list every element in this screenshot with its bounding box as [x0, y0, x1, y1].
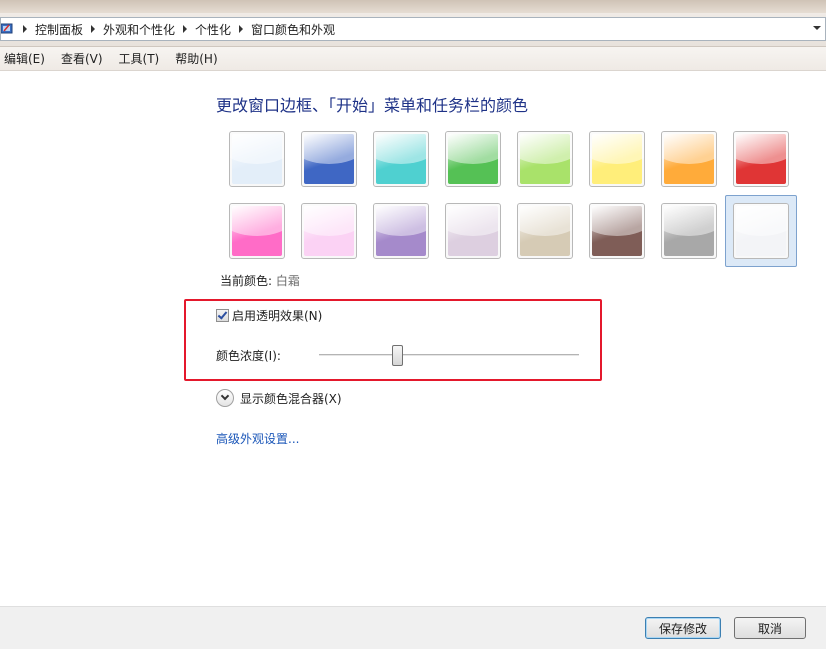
color-swatch[interactable]: [301, 131, 357, 187]
intensity-label: 颜色浓度(I):: [216, 349, 281, 363]
menu-tools[interactable]: 工具(T): [111, 50, 168, 67]
color-swatch[interactable]: [301, 203, 357, 259]
transparency-checkbox[interactable]: [216, 309, 229, 322]
color-swatch[interactable]: [517, 203, 573, 259]
page-title: 更改窗口边框、「开始」菜单和任务栏的颜色: [216, 96, 529, 115]
address-bar: 控制面板 外观和个性化 个性化 窗口颜色和外观: [0, 13, 826, 47]
color-swatch[interactable]: [445, 203, 501, 259]
control-panel-icon: [0, 22, 15, 36]
color-swatch[interactable]: [589, 203, 645, 259]
color-swatch[interactable]: [445, 131, 501, 187]
color-swatch[interactable]: [517, 131, 573, 187]
transparency-label[interactable]: 启用透明效果(N): [232, 307, 322, 324]
color-swatch[interactable]: [373, 131, 429, 187]
menu-bar: 编辑(E) 查看(V) 工具(T) 帮助(H): [0, 47, 826, 71]
menu-help[interactable]: 帮助(H): [167, 50, 225, 67]
breadcrumb-arrow-icon[interactable]: [23, 25, 27, 33]
advanced-appearance-link[interactable]: 高级外观设置...: [216, 430, 299, 447]
breadcrumb-item-personalization[interactable]: 个性化: [195, 21, 231, 38]
current-color-label: 当前颜色:: [220, 274, 273, 288]
current-color: 当前颜色: 白霜: [220, 272, 300, 289]
menu-view[interactable]: 查看(V): [53, 50, 111, 67]
intensity-slider-thumb[interactable]: [391, 345, 403, 366]
breadcrumb-arrow-icon[interactable]: [183, 25, 188, 33]
breadcrumb-item-control-panel[interactable]: 控制面板: [35, 21, 83, 38]
checkmark-icon: [217, 309, 228, 320]
breadcrumb-arrow-icon[interactable]: [239, 25, 244, 33]
transparency-row[interactable]: 启用透明效果(N): [216, 307, 322, 324]
breadcrumb-item-appearance[interactable]: 外观和个性化: [103, 21, 175, 38]
breadcrumb-arrow-icon[interactable]: [91, 25, 96, 33]
cancel-button[interactable]: 取消: [734, 617, 806, 639]
color-mixer-label[interactable]: 显示颜色混合器(X): [240, 390, 342, 407]
address-dropdown-icon[interactable]: [813, 26, 821, 30]
color-swatch[interactable]: [733, 131, 789, 187]
expand-chevron-icon[interactable]: [216, 389, 234, 407]
window-title-strip: [0, 0, 826, 13]
color-mixer-toggle[interactable]: 显示颜色混合器(X): [216, 389, 342, 407]
color-swatch[interactable]: [661, 131, 717, 187]
bottom-bar: 保存修改 取消: [0, 606, 826, 649]
color-swatch[interactable]: [661, 203, 717, 259]
current-color-value: 白霜: [275, 274, 300, 288]
intensity-slider-track[interactable]: [319, 354, 579, 357]
color-swatch[interactable]: [733, 203, 789, 259]
color-swatch[interactable]: [373, 203, 429, 259]
menu-edit[interactable]: 编辑(E): [0, 50, 53, 67]
color-swatch[interactable]: [229, 203, 285, 259]
save-button[interactable]: 保存修改: [645, 617, 721, 639]
breadcrumb-item-window-color[interactable]: 窗口颜色和外观: [251, 21, 335, 38]
color-swatch[interactable]: [589, 131, 645, 187]
address-field[interactable]: 控制面板 外观和个性化 个性化 窗口颜色和外观: [0, 17, 826, 41]
main-content: 更改窗口边框、「开始」菜单和任务栏的颜色 当前颜色: 白霜 启用透明效果(N) …: [0, 71, 826, 606]
color-swatch[interactable]: [229, 131, 285, 187]
